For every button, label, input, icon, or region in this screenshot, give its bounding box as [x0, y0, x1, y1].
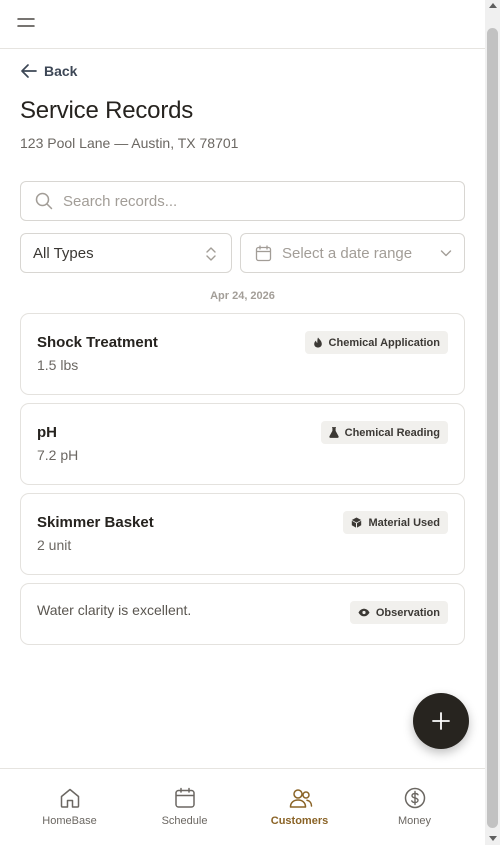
- search-placeholder: Search records...: [63, 192, 178, 210]
- date-range-picker[interactable]: Select a date range: [240, 233, 465, 273]
- search-icon: [35, 192, 53, 210]
- customer-address: 123 Pool Lane — Austin, TX 78701: [20, 135, 239, 151]
- record-name: Shock Treatment: [37, 334, 158, 351]
- record-name: pH: [37, 424, 57, 441]
- record-type-badge: Material Used: [343, 511, 448, 534]
- record-type-badge: Observation: [349, 601, 448, 624]
- scroll-down-arrow-icon[interactable]: [489, 836, 497, 841]
- scroll-up-arrow-icon[interactable]: [489, 3, 497, 8]
- date-group-label: Apr 24, 2026: [210, 290, 275, 302]
- record-value: 1.5 lbs: [37, 357, 79, 373]
- chevron-up-down-icon: [206, 247, 216, 261]
- search-input[interactable]: Search records...: [20, 181, 465, 221]
- nav-label: Schedule: [161, 815, 208, 827]
- record-type-badge: Chemical Reading: [320, 421, 448, 444]
- hamburger-menu-icon[interactable]: [17, 16, 35, 30]
- record-card-ph[interactable]: pH 7.2 pH Chemical Reading: [20, 403, 465, 485]
- record-name: Skimmer Basket: [37, 514, 154, 531]
- home-icon: [60, 788, 80, 808]
- flame-icon: [313, 337, 322, 348]
- record-card-observation[interactable]: Water clarity is excellent. Observation: [20, 583, 465, 645]
- back-link[interactable]: Back: [20, 61, 77, 81]
- nav-item-homebase[interactable]: HomeBase: [12, 769, 127, 845]
- badge-label: Chemical Application: [328, 336, 440, 349]
- badge-label: Chemical Reading: [344, 426, 440, 439]
- top-bar: [0, 0, 485, 49]
- bottom-navigation: HomeBase Schedule Customers Money: [0, 768, 485, 845]
- nav-label: Money: [397, 815, 432, 827]
- arrow-left-icon: [21, 64, 37, 78]
- nav-label: HomeBase: [42, 815, 97, 827]
- record-note: Water clarity is excellent.: [37, 602, 192, 618]
- page-title: Service Records: [20, 97, 194, 124]
- users-icon: [289, 789, 313, 808]
- box-icon: [352, 517, 362, 528]
- nav-item-customers[interactable]: Customers: [242, 769, 357, 845]
- record-value: 7.2 pH: [37, 447, 79, 463]
- eye-icon: [358, 608, 370, 617]
- back-label: Back: [44, 63, 78, 79]
- scrollbar[interactable]: [485, 0, 500, 845]
- record-value: 2 unit: [37, 537, 72, 553]
- scrollbar-thumb[interactable]: [487, 28, 498, 828]
- nav-label: Customers: [270, 815, 329, 827]
- record-card-shock-treatment[interactable]: Shock Treatment 1.5 lbs Chemical Applica…: [20, 313, 465, 395]
- nav-item-schedule[interactable]: Schedule: [127, 769, 242, 845]
- type-filter-value: All Types: [33, 244, 94, 262]
- chevron-down-icon: [440, 250, 452, 257]
- badge-label: Material Used: [368, 516, 440, 529]
- add-record-button[interactable]: [413, 693, 469, 749]
- dollar-circle-icon: [404, 787, 426, 809]
- date-range-placeholder: Select a date range: [282, 244, 413, 262]
- record-card-skimmer-basket[interactable]: Skimmer Basket 2 unit Material Used: [20, 493, 465, 575]
- calendar-icon: [255, 244, 272, 261]
- plus-icon: [432, 712, 450, 730]
- badge-label: Observation: [375, 606, 440, 619]
- type-filter-select[interactable]: All Types: [20, 233, 232, 273]
- nav-item-money[interactable]: Money: [357, 769, 472, 845]
- flask-icon: [328, 427, 339, 438]
- calendar-icon: [175, 787, 195, 808]
- record-type-badge: Chemical Application: [304, 331, 448, 354]
